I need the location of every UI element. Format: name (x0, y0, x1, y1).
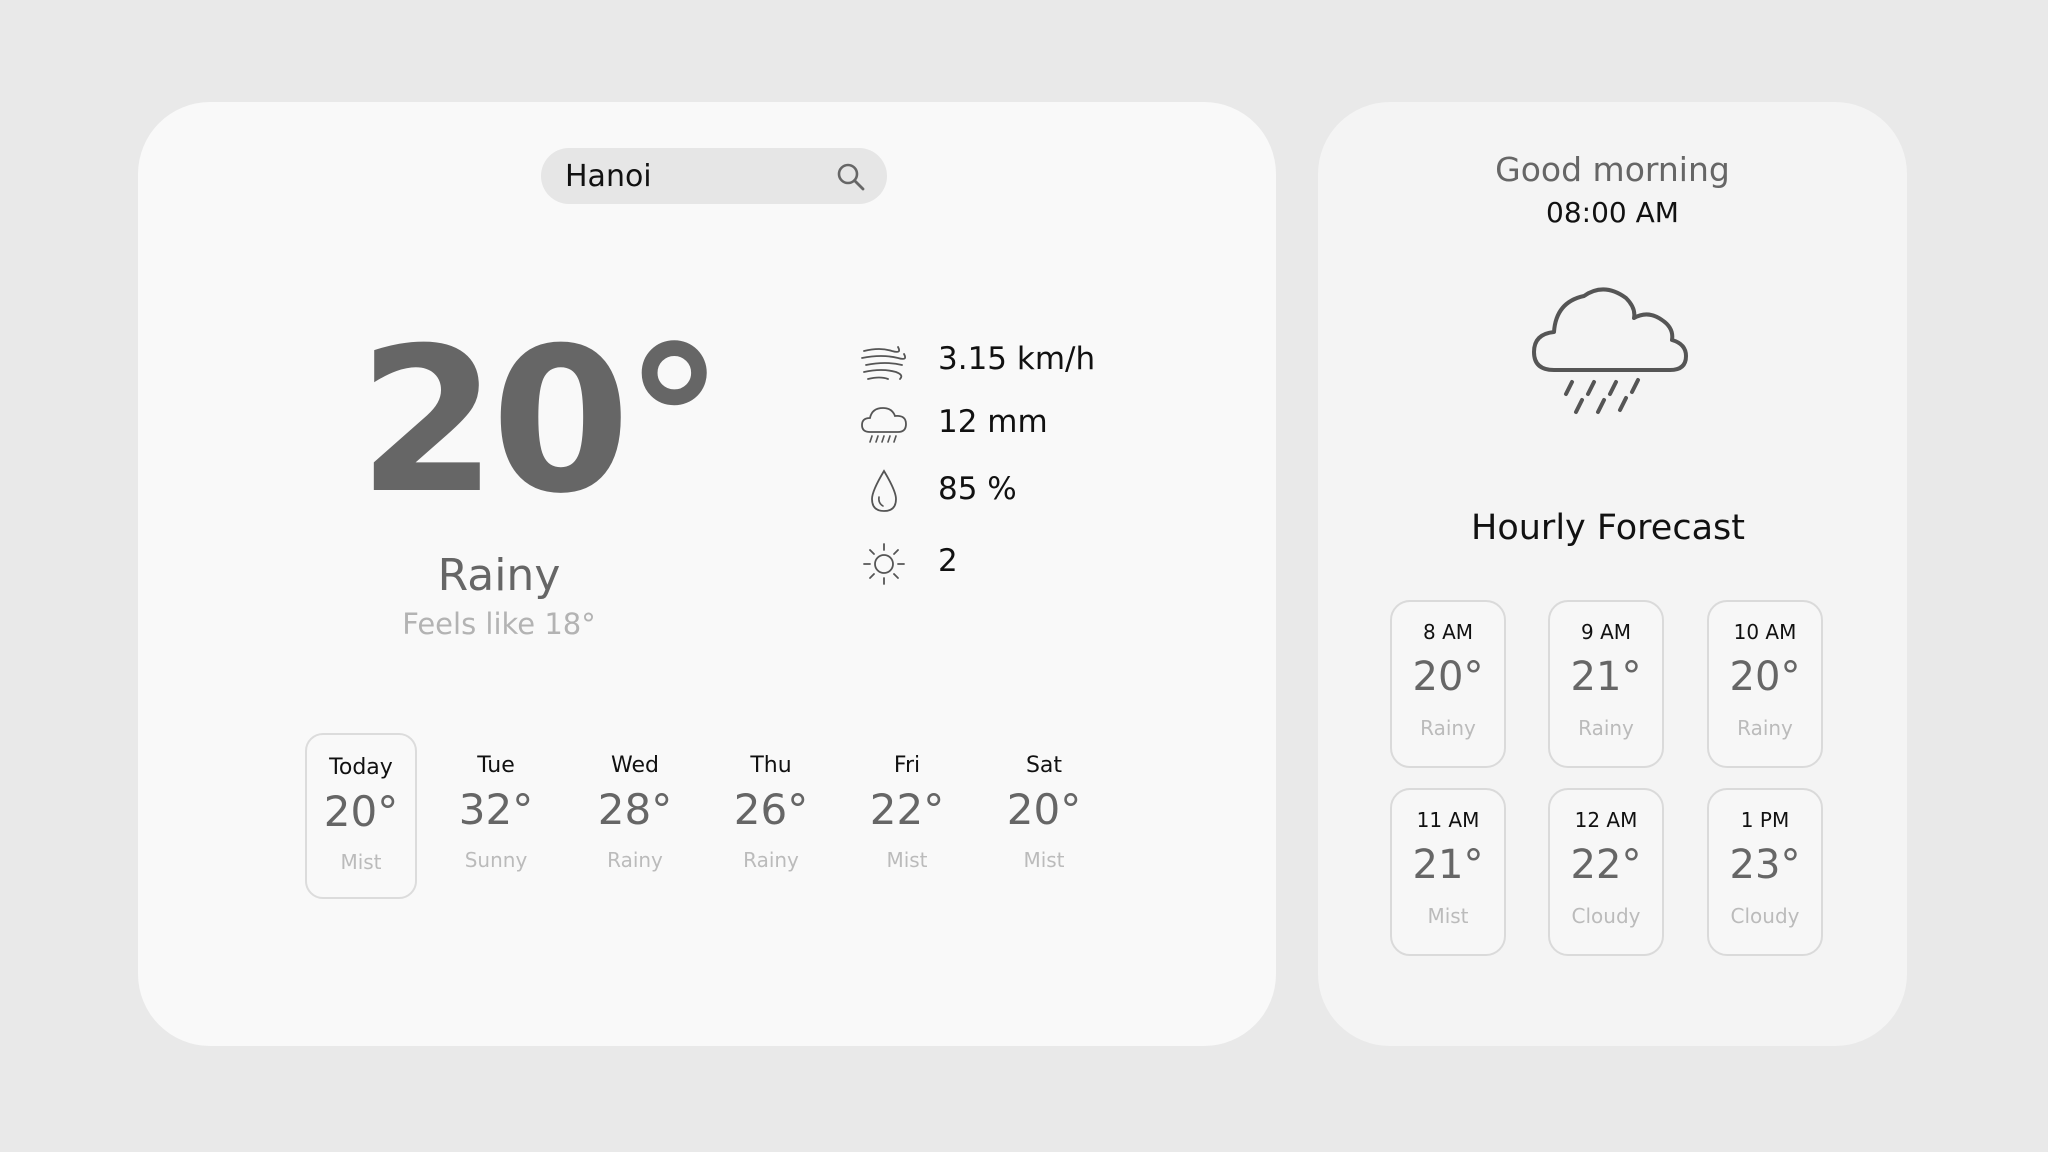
uv-stat: 2 (858, 539, 1188, 589)
hour-condition: Cloudy (1730, 904, 1800, 928)
day-condition: Mist (1023, 848, 1065, 872)
precipitation-value: 12 mm (938, 404, 1048, 440)
day-name: Fri (893, 753, 921, 778)
hourly-forecast-card: Good morning 08:00 AM Hourly Forecast 8 … (1318, 102, 1907, 1046)
current-condition: Rainy (437, 550, 561, 601)
hour-condition: Rainy (1420, 716, 1476, 740)
day-card-today[interactable]: Today 20° Mist (305, 733, 417, 899)
wind-icon (861, 346, 907, 380)
hour-temperature: 20° (1729, 654, 1801, 700)
hour-condition: Cloudy (1571, 904, 1641, 928)
day-temperature: 28° (597, 785, 673, 834)
hour-condition: Mist (1427, 904, 1469, 928)
droplet-icon (871, 469, 897, 512)
search-input[interactable] (565, 148, 825, 204)
hourly-forecast-title: Hourly Forecast (1471, 508, 1745, 548)
day-card-thu[interactable]: Thu 26° Rainy (715, 733, 827, 899)
day-card-sat[interactable]: Sat 20° Mist (988, 733, 1100, 899)
day-card-wed[interactable]: Wed 28° Rainy (579, 733, 691, 899)
hour-temperature: 21° (1570, 654, 1642, 700)
day-name: Wed (611, 753, 659, 778)
hour-card-12am[interactable]: 12 AM 22° Cloudy (1548, 788, 1664, 956)
hour-time: 8 AM (1422, 620, 1474, 644)
hour-temperature: 20° (1412, 654, 1484, 700)
day-card-tue[interactable]: Tue 32° Sunny (440, 733, 552, 899)
wind-stat: 3.15 km/h (858, 337, 1188, 387)
hour-time: 12 AM (1574, 808, 1638, 832)
day-name: Tue (477, 753, 515, 778)
hour-temperature: 23° (1729, 842, 1801, 888)
day-name: Sat (1025, 753, 1063, 778)
current-time: 08:00 AM (1546, 196, 1679, 229)
hour-card-9am[interactable]: 9 AM 21° Rainy (1548, 600, 1664, 768)
precipitation-stat: 12 mm (858, 400, 1188, 450)
hour-time: 11 AM (1416, 808, 1480, 832)
day-temperature: 22° (869, 785, 945, 834)
hour-time: 9 AM (1580, 620, 1632, 644)
rain-cloud-icon (861, 407, 907, 443)
humidity-stat: 85 % (858, 467, 1188, 517)
hour-time: 10 AM (1733, 620, 1797, 644)
current-temperature: 20° (358, 305, 724, 538)
day-temperature: 20° (1006, 785, 1082, 834)
day-card-fri[interactable]: Fri 22° Mist (851, 733, 963, 899)
hour-time: 1 PM (1740, 808, 1790, 832)
hour-temperature: 21° (1412, 842, 1484, 888)
day-temperature: 26° (733, 785, 809, 834)
day-condition: Mist (340, 850, 382, 874)
hour-card-11am[interactable]: 11 AM 21° Mist (1390, 788, 1506, 956)
uv-index-value: 2 (938, 543, 958, 579)
feels-like-text: Feels like 18° (402, 607, 596, 641)
hour-condition: Rainy (1578, 716, 1634, 740)
hour-condition: Rainy (1737, 716, 1793, 740)
rain-cloud-icon (1532, 287, 1688, 414)
day-temperature: 20° (323, 787, 399, 836)
day-name: Today (329, 755, 393, 780)
humidity-value: 85 % (938, 471, 1017, 507)
day-condition: Sunny (464, 848, 528, 872)
hour-card-10am[interactable]: 10 AM 20° Rainy (1707, 600, 1823, 768)
current-weather-card: 20° Rainy Feels like 18° 3.15 km/h 12 mm… (138, 102, 1276, 1046)
day-condition: Mist (886, 848, 928, 872)
search-bar[interactable] (541, 148, 887, 204)
hour-card-8am[interactable]: 8 AM 20° Rainy (1390, 600, 1506, 768)
day-temperature: 32° (458, 785, 534, 834)
day-name: Thu (750, 753, 792, 778)
hour-temperature: 22° (1570, 842, 1642, 888)
sun-icon (863, 543, 905, 585)
greeting-text: Good morning (1495, 150, 1730, 189)
wind-speed-value: 3.15 km/h (938, 341, 1096, 377)
hour-card-1pm[interactable]: 1 PM 23° Cloudy (1707, 788, 1823, 956)
day-condition: Rainy (607, 848, 663, 872)
search-icon[interactable] (835, 161, 867, 193)
day-condition: Rainy (743, 848, 799, 872)
